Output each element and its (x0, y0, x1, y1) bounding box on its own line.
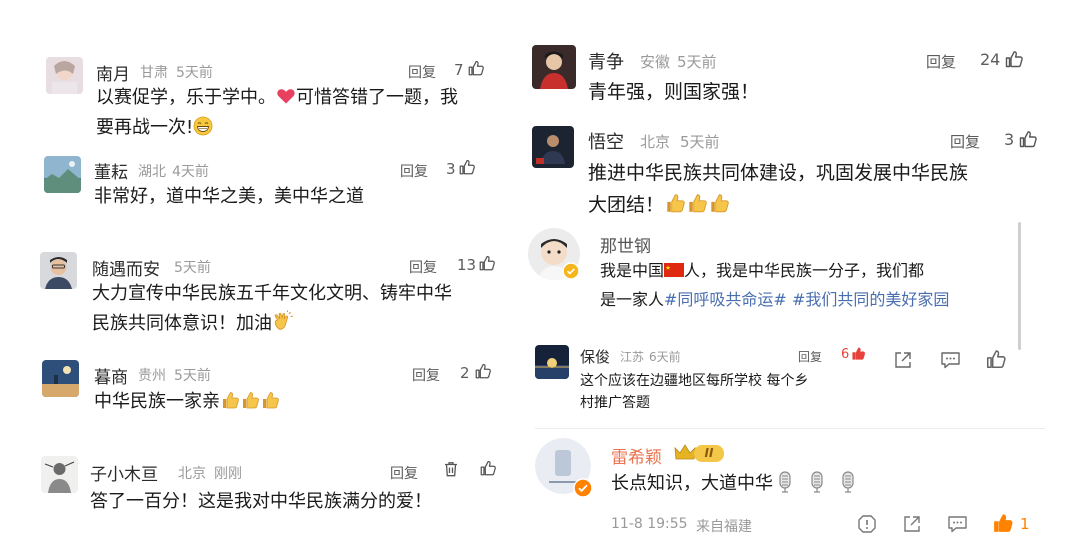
comment-text: 答了一百分！这是我对中华民族满分的爱！ (90, 491, 432, 512)
reply-button[interactable]: 回复 (950, 131, 980, 152)
comment-location: 北京 (178, 466, 206, 482)
username[interactable]: 子小木亘 (90, 460, 158, 485)
comment-text: 我是中国 人，我是中华民族一分子，我们都 是一家人#同呼吸共命运# #我们共同的… (600, 261, 950, 309)
comment-text: 青年强，则国家强！ (588, 81, 760, 103)
thumbs-up-icon[interactable] (478, 254, 496, 272)
comment-location: 贵州 (138, 368, 166, 384)
comment-time: 5天前 (677, 53, 717, 71)
clap-emoji-icon (272, 310, 294, 332)
comment-datetime: 11-8 19:55 (611, 516, 688, 532)
thumbs-up-filled-icon[interactable] (992, 512, 1014, 534)
avatar[interactable] (41, 456, 78, 493)
comment-icon[interactable] (940, 350, 961, 370)
username[interactable]: 青争 (588, 48, 624, 74)
like-count: 13 (457, 256, 477, 274)
comment-time: 6天前 (649, 350, 681, 364)
comment-time: 5天前 (174, 368, 211, 384)
like-count: 7 (454, 61, 464, 79)
share-icon[interactable] (902, 514, 922, 534)
avatar[interactable] (46, 57, 83, 94)
comment-text: 以赛促学，乐于学中。 可惜答错了一题，我 要再战一次! (96, 86, 458, 138)
thumbs-up-emoji-icon (664, 192, 686, 214)
thumbs-up-emoji-icon (708, 192, 730, 214)
comment-text: 中华民族一家亲 (94, 387, 494, 417)
thumbs-up-emoji-icon (260, 390, 280, 410)
comment-time: 5天前 (174, 260, 211, 276)
avatar[interactable] (532, 126, 574, 168)
china-flag-icon (664, 263, 685, 277)
comment-text: 非常好，道中华之美，美中华之道 (94, 186, 364, 207)
username[interactable]: 那世钢 (600, 232, 651, 257)
thumbs-up-icon[interactable] (474, 362, 492, 380)
thumbs-up-icon[interactable] (479, 459, 497, 477)
avatar[interactable] (44, 156, 81, 193)
avatar[interactable] (42, 360, 79, 397)
comment-text: 这个应该在边疆地区每所学校 每个乡 村推广答题 (580, 373, 809, 411)
comment-location: 北京 (640, 133, 671, 151)
level-badge: II (694, 445, 724, 462)
username[interactable]: 雷希颖 (611, 443, 662, 468)
verified-badge-icon (573, 478, 593, 498)
like-count: 2 (460, 364, 470, 382)
like-count: 1 (1020, 515, 1030, 533)
thumbs-up-emoji-icon (686, 192, 708, 214)
reply-button[interactable]: 回复 (412, 365, 440, 385)
hashtag-link[interactable]: #同呼吸共命运# (664, 290, 787, 309)
thumbs-up-icon[interactable] (1018, 129, 1038, 149)
thumbs-up-icon[interactable] (467, 59, 485, 77)
thumbs-up-icon[interactable] (985, 348, 1007, 370)
comment-location: 江苏 (620, 350, 645, 364)
reply-button[interactable]: 回复 (926, 51, 956, 72)
comment-source: 来自福建 (696, 519, 752, 535)
divider (535, 428, 1045, 429)
grin-emoji-icon (193, 116, 213, 136)
thumbs-up-emoji-icon (240, 390, 260, 410)
reply-button[interactable]: 回复 (798, 348, 822, 365)
trash-icon[interactable] (442, 460, 460, 478)
thumbs-up-filled-icon[interactable] (851, 346, 866, 361)
comment-time: 5天前 (176, 65, 213, 81)
reply-button[interactable]: 回复 (400, 161, 428, 181)
comment-icon[interactable] (947, 514, 968, 534)
comment-time: 4天前 (172, 164, 209, 180)
reply-button[interactable]: 回复 (390, 463, 418, 483)
reply-button[interactable]: 回复 (409, 257, 437, 277)
verified-badge-icon (562, 262, 580, 280)
share-icon[interactable] (893, 350, 913, 370)
comment-time: 刚刚 (214, 466, 242, 482)
microphone-emoji-icon (807, 470, 827, 494)
like-count: 3 (446, 160, 456, 178)
avatar[interactable] (535, 345, 569, 379)
crown-badge-icon (674, 443, 696, 463)
avatar[interactable] (532, 45, 576, 89)
thumbs-up-icon[interactable] (1004, 49, 1024, 69)
comment-location: 甘肃 (140, 65, 168, 81)
username[interactable]: 随遇而安 (92, 255, 160, 280)
like-count: 3 (1004, 130, 1015, 149)
comment-location: 安徽 (640, 53, 671, 71)
reply-button[interactable]: 回复 (408, 62, 436, 82)
username[interactable]: 南月 (96, 60, 130, 85)
thumbs-up-emoji-icon (220, 390, 240, 410)
thumbs-up-icon[interactable] (458, 158, 476, 176)
report-icon[interactable] (857, 514, 877, 534)
comment-text: 长点知识，大道中华 (611, 469, 1031, 499)
like-count: 24 (980, 50, 1001, 69)
username[interactable]: 董耘 (94, 158, 128, 183)
username[interactable]: 保俊 (580, 346, 610, 367)
microphone-emoji-icon (838, 470, 858, 494)
username[interactable]: 悟空 (588, 128, 624, 154)
hashtag-link[interactable]: #我们共同的美好家园 (792, 290, 949, 309)
comment-location: 湖北 (138, 164, 166, 180)
avatar[interactable] (40, 252, 77, 289)
comment-text: 推进中华民族共同体建设，巩固发展中华民族 大团结！ (588, 162, 969, 216)
comment-time: 5天前 (680, 133, 720, 151)
username[interactable]: 暮商 (94, 363, 128, 388)
heart-emoji-icon (276, 86, 296, 106)
microphone-emoji-icon (775, 470, 795, 494)
like-count: 6 (841, 347, 850, 362)
comment-text: 大力宣传中华民族五千年文化文明、铸牢中华 民族共同体意识！加油 (92, 283, 452, 334)
